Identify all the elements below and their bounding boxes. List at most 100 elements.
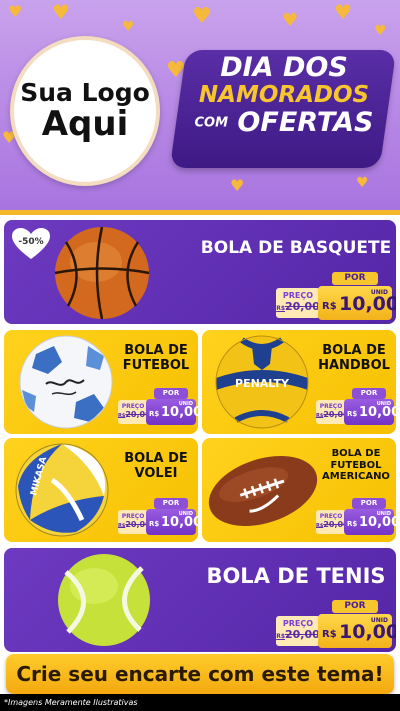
product-name-line2: VOLEI xyxy=(134,465,178,481)
old-price: R$20,00 xyxy=(316,520,349,529)
por-label: POR xyxy=(332,600,378,613)
old-price: R$20,00 xyxy=(118,520,151,529)
title-line1: DIA DOS xyxy=(220,52,348,83)
product-name-line3: AMERICANO xyxy=(322,471,390,482)
price-tag: POR PREÇO R$20,00 UNID R$ 10,00 xyxy=(276,272,396,320)
currency-label: R$ xyxy=(347,520,358,528)
product-card-american-football[interactable]: BOLA DE FUTEBOL AMERICANO POR PREÇO R$20… xyxy=(202,438,396,542)
heart-icon: ♥ xyxy=(52,0,70,24)
product-name: BOLA DE BASQUETE xyxy=(200,238,392,258)
product-name-line2: HANDBOL xyxy=(318,357,390,373)
product-name: BOLA DE FUTEBOL AMERICANO xyxy=(316,448,396,483)
product-card-basketball[interactable]: -50% BOLA DE BASQUETE POR PREÇO R$20,00 … xyxy=(4,220,396,324)
discount-text: -50% xyxy=(18,237,44,247)
heart-icon: ♥ xyxy=(282,10,299,31)
new-price-box: UNID R$ 10,00 xyxy=(146,509,198,535)
title-line3: COM OFERTAS xyxy=(180,106,388,138)
soccer-ball-image xyxy=(19,335,113,429)
price-tag: POR PREÇO R$20,00 UNID R$ 10,00 xyxy=(316,388,396,428)
old-price-box: PREÇO R$20,00 xyxy=(118,400,151,424)
title-line2: NAMORADOS xyxy=(198,82,370,109)
por-label: POR xyxy=(154,498,188,509)
old-price-box: PREÇO R$20,00 xyxy=(276,616,320,646)
product-name-line2: FUTEBOL xyxy=(330,459,382,471)
campaign-title: DIA DOS NAMORADOS COM OFERTAS xyxy=(180,52,388,138)
old-price-box: PREÇO R$20,00 xyxy=(118,510,151,534)
old-price-prefix: R$ xyxy=(276,305,285,312)
new-price-value: 10,00 xyxy=(339,293,396,315)
old-price-box: PREÇO R$20,00 xyxy=(276,288,320,318)
new-price-box: UNID R$ 10,00 xyxy=(318,614,396,648)
product-name: BOLA DE HANDBOL xyxy=(314,343,394,374)
handball-image: PENALTY xyxy=(215,335,309,429)
flyer-page: ♥ ♥ ♥ ♥ ♥ ♥ ♥ ♥ ♥ ♥ ♥ ♥ Sua Logo Aqui DI… xyxy=(0,0,400,711)
old-price: R$20,00 xyxy=(276,628,320,641)
preco-label: PREÇO xyxy=(282,291,314,300)
por-label: POR xyxy=(352,498,386,509)
old-price-box: PREÇO R$20,00 xyxy=(316,510,349,534)
header-banner: ♥ ♥ ♥ ♥ ♥ ♥ ♥ ♥ ♥ ♥ ♥ ♥ Sua Logo Aqui DI… xyxy=(0,0,400,212)
old-price-box: PREÇO R$20,00 xyxy=(316,400,349,424)
product-name-line1: BOLA DE xyxy=(322,343,386,358)
new-price-value: 10,00 xyxy=(161,405,198,420)
heart-icon: ♥ xyxy=(374,23,387,39)
volleyball-image: MIKASA xyxy=(15,443,109,537)
new-price-value: 10,00 xyxy=(339,621,396,643)
product-card-tennis[interactable]: BOLA DE TENIS POR PREÇO R$20,00 UNID R$ … xyxy=(4,548,396,652)
preco-label: PREÇO xyxy=(319,403,343,410)
preco-label: PREÇO xyxy=(121,403,145,410)
heart-icon: ♥ xyxy=(334,0,352,24)
price-tag: POR PREÇO R$20,00 UNID R$ 10,00 xyxy=(316,498,396,538)
por-label: POR xyxy=(332,272,378,285)
product-card-handball[interactable]: PENALTY BOLA DE HANDBOL POR PREÇO R$20,0… xyxy=(202,330,396,434)
currency-label: R$ xyxy=(322,629,337,640)
heart-icon: ♥ xyxy=(8,2,23,21)
price-tag: POR PREÇO R$20,00 UNID R$ 10,00 xyxy=(276,600,396,648)
preco-label: PREÇO xyxy=(319,513,343,520)
tennis-ball-image xyxy=(58,554,150,646)
old-price: R$20,00 xyxy=(276,300,320,313)
price-tag: POR PREÇO R$20,00 UNID R$ 10,00 xyxy=(118,388,198,428)
old-price-prefix: R$ xyxy=(276,633,285,640)
product-name: BOLA DE TENIS xyxy=(206,564,386,588)
disclaimer-text: *Imagens Meramente Ilustrativas xyxy=(0,694,400,711)
preco-label: PREÇO xyxy=(282,619,314,628)
por-label: POR xyxy=(154,388,188,399)
new-price-box: UNID R$ 10,00 xyxy=(318,286,396,320)
product-name-line1: BOLA DE xyxy=(124,451,188,466)
logo-placeholder: Sua Logo Aqui xyxy=(10,36,160,186)
logo-text-line2: Aqui xyxy=(41,104,129,145)
heart-icon: ♥ xyxy=(356,175,369,191)
discount-badge: -50% xyxy=(12,228,50,260)
title-ofertas: OFERTAS xyxy=(237,106,374,138)
old-price: R$20,00 xyxy=(316,410,349,419)
product-name: BOLA DE FUTEBOL xyxy=(114,343,198,374)
price-tag: POR PREÇO R$20,00 UNID R$ 10,00 xyxy=(118,498,198,538)
new-price-box: UNID R$ 10,00 xyxy=(344,509,396,535)
new-price-value: 10,00 xyxy=(161,515,198,530)
currency-label: R$ xyxy=(149,410,160,418)
heart-icon: ♥ xyxy=(122,19,135,35)
new-price-box: UNID R$ 10,00 xyxy=(344,399,396,425)
new-price-value: 10,00 xyxy=(359,405,396,420)
cta-button[interactable]: Crie seu encarte com este tema! xyxy=(6,654,394,694)
product-name-line2: FUTEBOL xyxy=(122,357,190,373)
basketball-image xyxy=(54,226,150,320)
preco-label: PREÇO xyxy=(121,513,145,520)
heart-icon: ♥ xyxy=(192,4,212,29)
old-price-value: 20,00 xyxy=(285,628,320,641)
product-card-volleyball[interactable]: MIKASA BOLA DE VOLEI POR PREÇO R$20,00 U… xyxy=(4,438,198,542)
product-card-soccer[interactable]: BOLA DE FUTEBOL POR PREÇO R$20,00 UNID R… xyxy=(4,330,198,434)
new-price-box: UNID R$ 10,00 xyxy=(146,399,198,425)
heart-icon: ♥ xyxy=(230,176,245,195)
old-price-value: 20,00 xyxy=(285,300,320,313)
american-football-image xyxy=(208,455,318,527)
logo-text-line1: Sua Logo xyxy=(20,77,150,107)
currency-label: R$ xyxy=(322,301,337,312)
divider-line xyxy=(0,210,400,215)
product-name: BOLA DE VOLEI xyxy=(114,451,198,482)
por-label: POR xyxy=(352,388,386,399)
product-name-line1: BOLA DE xyxy=(124,343,188,358)
handball-brand: PENALTY xyxy=(235,377,290,390)
new-price-value: 10,00 xyxy=(359,515,396,530)
